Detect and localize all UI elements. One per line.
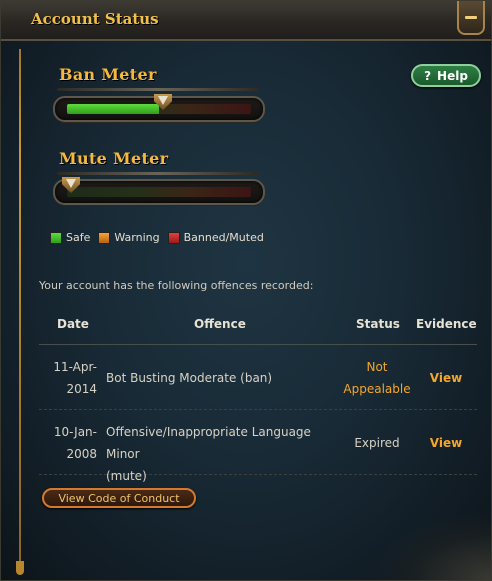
legend-item-safe: Safe xyxy=(50,231,90,244)
date-line: 2014 xyxy=(66,382,97,396)
view-code-of-conduct-button[interactable]: View Code of Conduct xyxy=(42,488,196,508)
date-line: 2008 xyxy=(66,447,97,461)
ban-meter-topline xyxy=(57,88,259,91)
offences-intro-text: Your account has the following offences … xyxy=(39,279,314,292)
left-border-cap xyxy=(16,561,24,575)
status-line: Not xyxy=(366,360,388,374)
legend-label: Banned/Muted xyxy=(183,231,264,244)
offence-line: (mute) xyxy=(106,469,147,483)
legend-item-banned: Banned/Muted xyxy=(167,231,264,244)
offence-line: Offensive/Inappropriate Language Minor xyxy=(106,425,311,461)
table-row: 10-Jan- 2008 Offensive/Inappropriate Lan… xyxy=(39,411,477,483)
row-status: Not Appealable xyxy=(331,356,423,400)
left-border-line xyxy=(19,49,21,574)
help-button-label: Help xyxy=(437,68,468,83)
ban-meter-fill xyxy=(67,104,159,114)
minimize-button[interactable] xyxy=(457,1,485,35)
status-line: Appealable xyxy=(343,382,411,396)
column-header-evidence: Evidence xyxy=(416,317,477,331)
row-date: 11-Apr- 2014 xyxy=(45,356,97,400)
corner-decoration xyxy=(371,510,491,580)
table-header: Date Offence Status Evidence xyxy=(39,309,477,345)
mute-meter-label: Mute Meter xyxy=(59,149,169,168)
legend-label: Safe xyxy=(66,231,91,244)
view-evidence-link[interactable]: View xyxy=(423,432,469,454)
minimize-icon xyxy=(465,15,477,19)
view-evidence-link[interactable]: View xyxy=(423,367,469,389)
column-header-date: Date xyxy=(57,317,89,331)
row-offence: Offensive/Inappropriate Language Minor (… xyxy=(106,421,316,487)
meter-legend: Safe Warning Banned/Muted xyxy=(50,231,264,244)
question-icon: ? xyxy=(424,68,432,83)
date-line: 10-Jan- xyxy=(53,425,97,439)
help-button[interactable]: ? Help xyxy=(411,64,481,87)
mute-meter xyxy=(53,177,265,205)
window-title: Account Status xyxy=(31,10,159,28)
warning-swatch xyxy=(98,231,111,244)
row-status: Expired xyxy=(331,432,423,454)
date-line: 11-Apr- xyxy=(53,360,97,374)
offence-line: Bot Busting Moderate (ban) xyxy=(106,371,273,385)
legend-label: Warning xyxy=(114,231,160,244)
mute-meter-track xyxy=(67,187,251,197)
mute-meter-topline xyxy=(57,172,259,175)
table-row: 11-Apr- 2014 Bot Busting Moderate (ban) … xyxy=(39,346,477,410)
status-line: Expired xyxy=(354,436,400,450)
title-bar: Account Status xyxy=(1,1,491,41)
row-date: 10-Jan- 2008 xyxy=(45,421,97,465)
column-header-status: Status xyxy=(356,317,400,331)
account-status-panel: Account Status Ban Meter Mute Meter ? He… xyxy=(0,0,492,581)
safe-swatch xyxy=(50,231,62,244)
legend-item-warning: Warning xyxy=(98,231,160,244)
ban-meter-label: Ban Meter xyxy=(59,65,157,84)
row-offence: Bot Busting Moderate (ban) xyxy=(106,367,316,389)
banned-swatch xyxy=(167,231,180,244)
ban-meter xyxy=(53,94,265,122)
column-header-offence: Offence xyxy=(194,317,246,331)
